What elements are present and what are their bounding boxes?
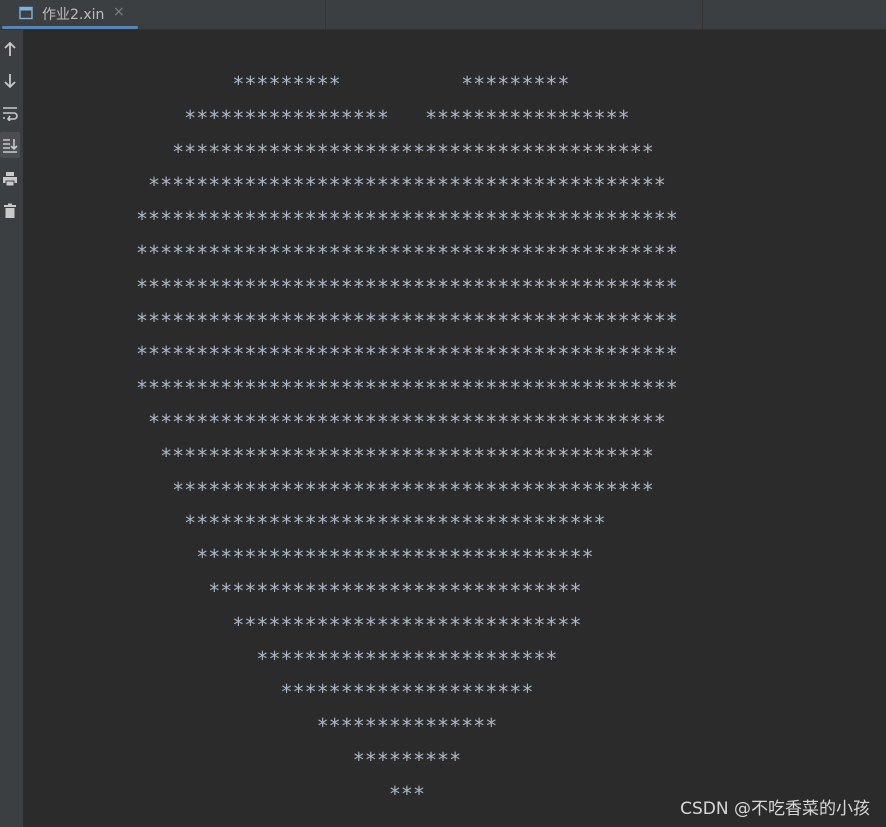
console-line: ***************************** — [136, 612, 582, 637]
console-line: *************** — [136, 714, 498, 739]
console-line: ******************************* — [136, 578, 582, 603]
console-line: ********* — [136, 747, 462, 772]
console-line: **************************************** — [136, 139, 654, 164]
console-line: ****************************************… — [136, 409, 666, 434]
console-line: ********************************* — [136, 545, 594, 570]
scroll-to-end-icon[interactable] — [0, 132, 20, 158]
editor-tab-bar: 作业2.xin × — [0, 0, 886, 30]
console-line: *** — [136, 781, 425, 806]
console-line: ****************************************… — [136, 308, 678, 333]
console-line: ************************* — [136, 646, 558, 671]
soft-wrap-icon[interactable] — [0, 100, 20, 126]
tab-console-output[interactable]: 作业2.xin × — [0, 0, 138, 29]
close-icon[interactable]: × — [113, 4, 125, 20]
trash-icon[interactable] — [0, 198, 20, 224]
down-arrow-icon[interactable] — [0, 68, 20, 94]
console-line: ****************************************… — [136, 443, 654, 468]
console-output-panel[interactable]: ********* ********* ***************** **… — [24, 30, 886, 827]
console-toolbar — [0, 30, 23, 827]
watermark: CSDN @不吃香菜的小孩 — [680, 799, 870, 819]
tab-divider — [702, 0, 703, 29]
up-arrow-icon[interactable] — [0, 36, 20, 62]
console-line: ****************************************… — [136, 376, 678, 401]
console-line: ****************************************… — [136, 207, 678, 232]
tab-divider — [325, 0, 326, 29]
console-line: *********************************** — [136, 511, 606, 536]
console-line: ****************************************… — [136, 173, 666, 198]
tab-label: 作业2.xin — [42, 7, 105, 23]
console-window-icon — [19, 5, 33, 20]
console-line: **************************************** — [136, 477, 654, 502]
console-line: ****************************************… — [136, 274, 678, 299]
console-line: ********************* — [136, 680, 534, 705]
console-line: ****************************************… — [136, 342, 678, 367]
console-line: ***************** ***************** — [136, 105, 630, 130]
console-output-text: ********* ********* ***************** **… — [136, 68, 678, 812]
console-line: ****************************************… — [136, 240, 678, 265]
active-tab-indicator — [2, 26, 138, 29]
console-line: ********* ********* — [136, 72, 570, 96]
print-icon[interactable] — [0, 166, 20, 192]
